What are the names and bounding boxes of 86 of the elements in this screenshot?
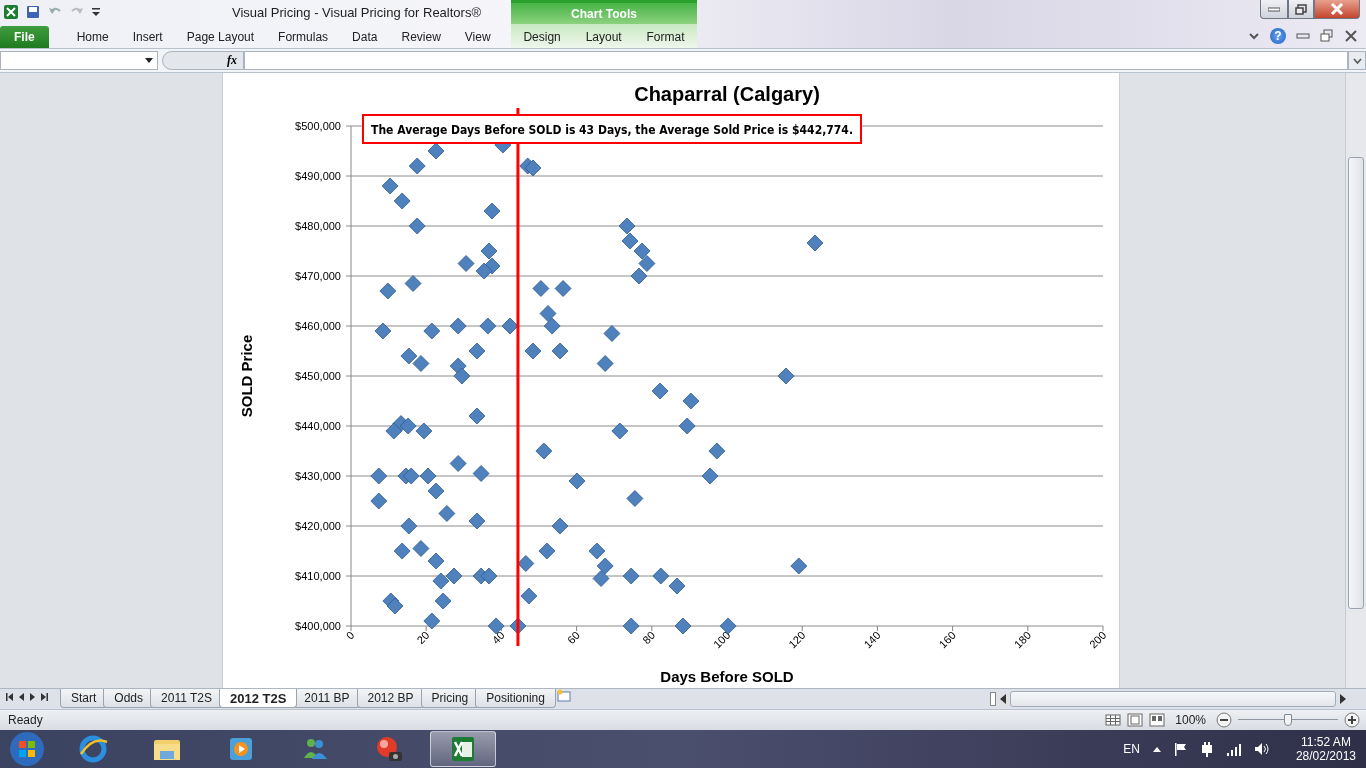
caret-icon — [145, 58, 153, 64]
x-tick-label: 80 — [640, 629, 658, 647]
window-title: Visual Pricing - Visual Pricing for Realtors® — [232, 4, 481, 20]
y-tick-label: $420,000 — [295, 520, 341, 533]
previous-sheet-icon[interactable] — [19, 693, 24, 702]
signal-icon[interactable] — [1225, 741, 1242, 756]
ribbon-tab[interactable]: Layout — [573, 26, 634, 48]
restore-button[interactable] — [1288, 0, 1314, 19]
insert-function-button[interactable]: fx — [227, 53, 237, 69]
y-tick-label: $450,000 — [295, 370, 341, 383]
zoom-in-icon[interactable] — [1344, 711, 1360, 728]
close-button[interactable] — [1314, 0, 1360, 19]
y-axis-title: SOLD Price — [238, 334, 255, 418]
split-handle-icon[interactable] — [990, 691, 996, 706]
y-tick-label: $400,000 — [295, 620, 341, 633]
clock-date[interactable]: 28/02/2013 — [1295, 748, 1356, 763]
next-sheet-icon[interactable] — [30, 693, 35, 702]
ribbon-tab[interactable]: Page Layout — [174, 26, 267, 48]
y-tick-label: $480,000 — [295, 220, 341, 233]
ribbon-tab[interactable]: Insert — [120, 26, 175, 48]
x-tick-label: 140 — [861, 629, 883, 651]
ribbon-tab[interactable]: Data — [340, 26, 390, 48]
insert-sheet-icon[interactable] — [555, 689, 572, 704]
scroll-left-icon[interactable] — [1000, 693, 1006, 704]
grid-view-icon[interactable] — [1105, 711, 1122, 728]
vertical-scrollbar[interactable] — [1345, 73, 1366, 689]
scroll-right-icon[interactable] — [1340, 693, 1346, 704]
y-tick-label: $490,000 — [295, 170, 341, 183]
last-sheet-icon[interactable] — [41, 693, 48, 702]
flag-icon[interactable] — [1173, 741, 1188, 756]
x-tick-label: 180 — [1011, 629, 1034, 651]
y-tick-label: $430,000 — [295, 470, 341, 483]
x-tick-label: 0 — [343, 629, 357, 642]
ribbon-tab[interactable]: Format — [634, 26, 697, 48]
callout-text: The Average Days Before SOLD is 43 Days, the Average Sold Price is $442,774. — [371, 123, 906, 138]
x-tick-label: 160 — [936, 629, 958, 651]
ribbon-tab[interactable]: Home — [64, 26, 121, 48]
zoom-level: 100% — [1175, 712, 1206, 727]
browser-icon — [78, 733, 108, 764]
restore-icon — [1295, 3, 1307, 15]
chevron-icon[interactable] — [1248, 31, 1260, 41]
minimize-icon[interactable] — [1296, 31, 1310, 41]
y-tick-label: $460,000 — [295, 320, 341, 333]
language-indicator[interactable]: EN — [1123, 741, 1140, 756]
ribbon-tab[interactable]: Design — [511, 26, 573, 48]
context-group-title: Chart Tools — [571, 6, 637, 21]
x-tick-label: 60 — [564, 629, 582, 647]
spreadsheet-icon[interactable] — [3, 4, 19, 20]
close-icon — [1330, 3, 1344, 15]
y-tick-label: $440,000 — [295, 420, 341, 433]
ribbon-tab[interactable]: View — [452, 26, 503, 48]
clock-time[interactable]: 11:52 AM — [1301, 734, 1351, 749]
x-tick-label: 120 — [786, 629, 808, 651]
y-tick-label: $410,000 — [295, 570, 341, 583]
page-break-icon[interactable] — [1149, 711, 1166, 728]
zoom-slider-thumb[interactable] — [1284, 713, 1292, 726]
close-icon[interactable] — [1344, 30, 1358, 42]
first-sheet-icon[interactable] — [6, 693, 13, 702]
restore-icon[interactable] — [1320, 29, 1334, 43]
taskbar-app[interactable] — [430, 730, 496, 767]
speaker-icon[interactable] — [1253, 741, 1270, 756]
sheet-tab[interactable]: 2012 T2S — [218, 689, 298, 709]
start-button-icon[interactable] — [9, 730, 45, 767]
ribbon-tab[interactable]: Formulas — [266, 26, 341, 48]
x-tick-label: 40 — [489, 629, 507, 647]
status-text: Ready — [8, 712, 43, 727]
page-view-icon[interactable] — [1127, 711, 1144, 728]
save-icon[interactable] — [25, 4, 41, 20]
power-plug-icon[interactable] — [1199, 740, 1214, 757]
x-tick-label: 100 — [710, 629, 733, 651]
horizontal-scrollbar[interactable] — [1010, 690, 1336, 707]
minimize-icon — [1268, 6, 1280, 12]
file-tab[interactable]: File — [0, 26, 49, 48]
expand-button[interactable] — [1348, 51, 1366, 71]
x-axis-title: Days Before SOLD — [660, 668, 794, 686]
sheet-tab[interactable]: Positioning — [475, 689, 556, 709]
caret-icon — [1352, 57, 1362, 64]
x-tick-label: 20 — [414, 629, 432, 647]
y-tick-label: $500,000 — [295, 120, 341, 133]
ribbon-tab[interactable]: Review — [389, 26, 453, 48]
zoom-out-icon[interactable] — [1216, 711, 1232, 728]
x-tick-label: 200 — [1086, 629, 1109, 651]
y-tick-label: $470,000 — [295, 270, 341, 283]
minimize-button[interactable] — [1260, 0, 1288, 19]
formula-field[interactable] — [244, 51, 1348, 71]
chart-title: Chaparral (Calgary) — [634, 83, 820, 106]
